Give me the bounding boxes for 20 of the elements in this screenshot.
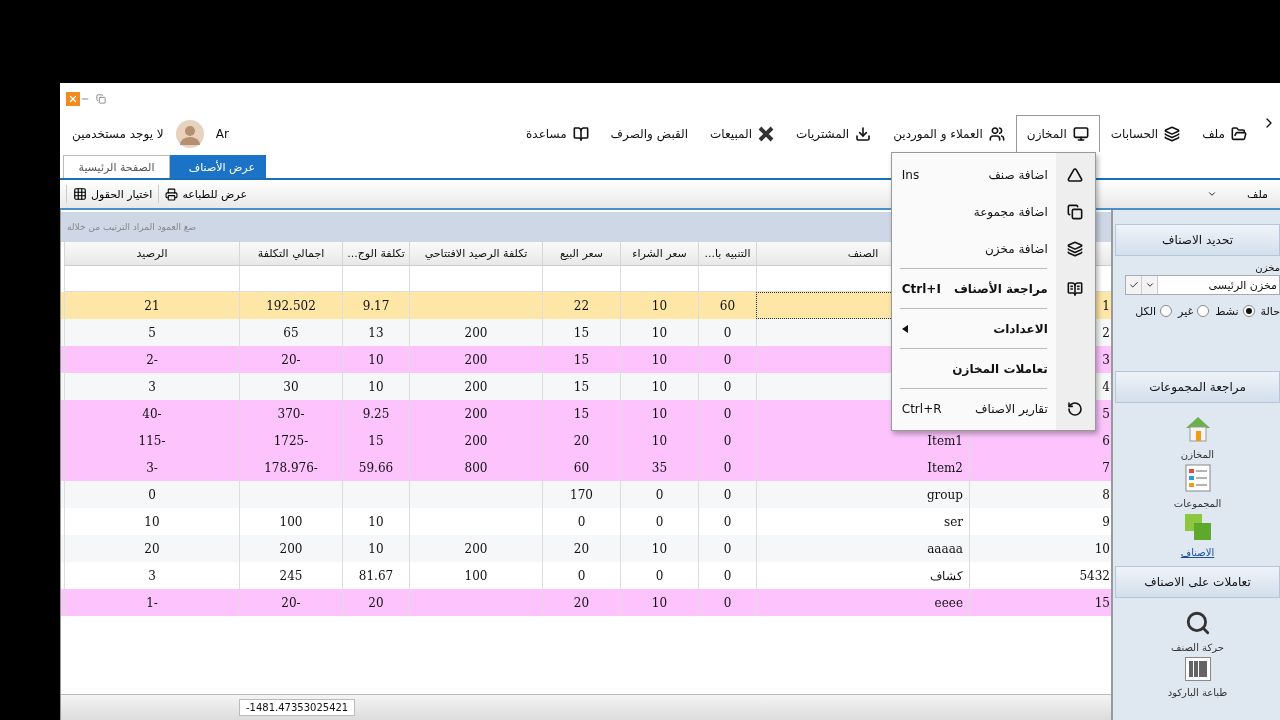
table-cell: -20 bbox=[239, 589, 342, 616]
store-label: مخزن bbox=[1254, 262, 1280, 273]
radio-label: نشط bbox=[1215, 304, 1239, 318]
table-cell: 10 bbox=[620, 589, 698, 616]
group-by-hint: ضع العمود المراد الترتيب من خلاله bbox=[67, 222, 197, 232]
shortcut-label: Ctrl+R bbox=[901, 401, 942, 416]
table-cell: eeee bbox=[756, 589, 969, 616]
total-value: -1481.47353025421 bbox=[239, 699, 356, 716]
table-cell: 20 bbox=[342, 589, 409, 616]
table-cell: -1 bbox=[64, 589, 239, 616]
user-label: لا يوجد مستخدمين bbox=[72, 126, 164, 141]
shortcut-label: Ins bbox=[901, 167, 920, 182]
table-cell: 0 bbox=[698, 589, 756, 616]
shortcut-label: Ctrl+I bbox=[901, 281, 941, 296]
language-label: Ar bbox=[215, 126, 229, 141]
status-label: حالة bbox=[1260, 304, 1280, 318]
radio-label: غير bbox=[1178, 304, 1194, 318]
radio-label: الكل bbox=[1135, 304, 1157, 318]
table-cell: 15 bbox=[969, 589, 1111, 616]
table-cell: 20 bbox=[542, 589, 620, 616]
